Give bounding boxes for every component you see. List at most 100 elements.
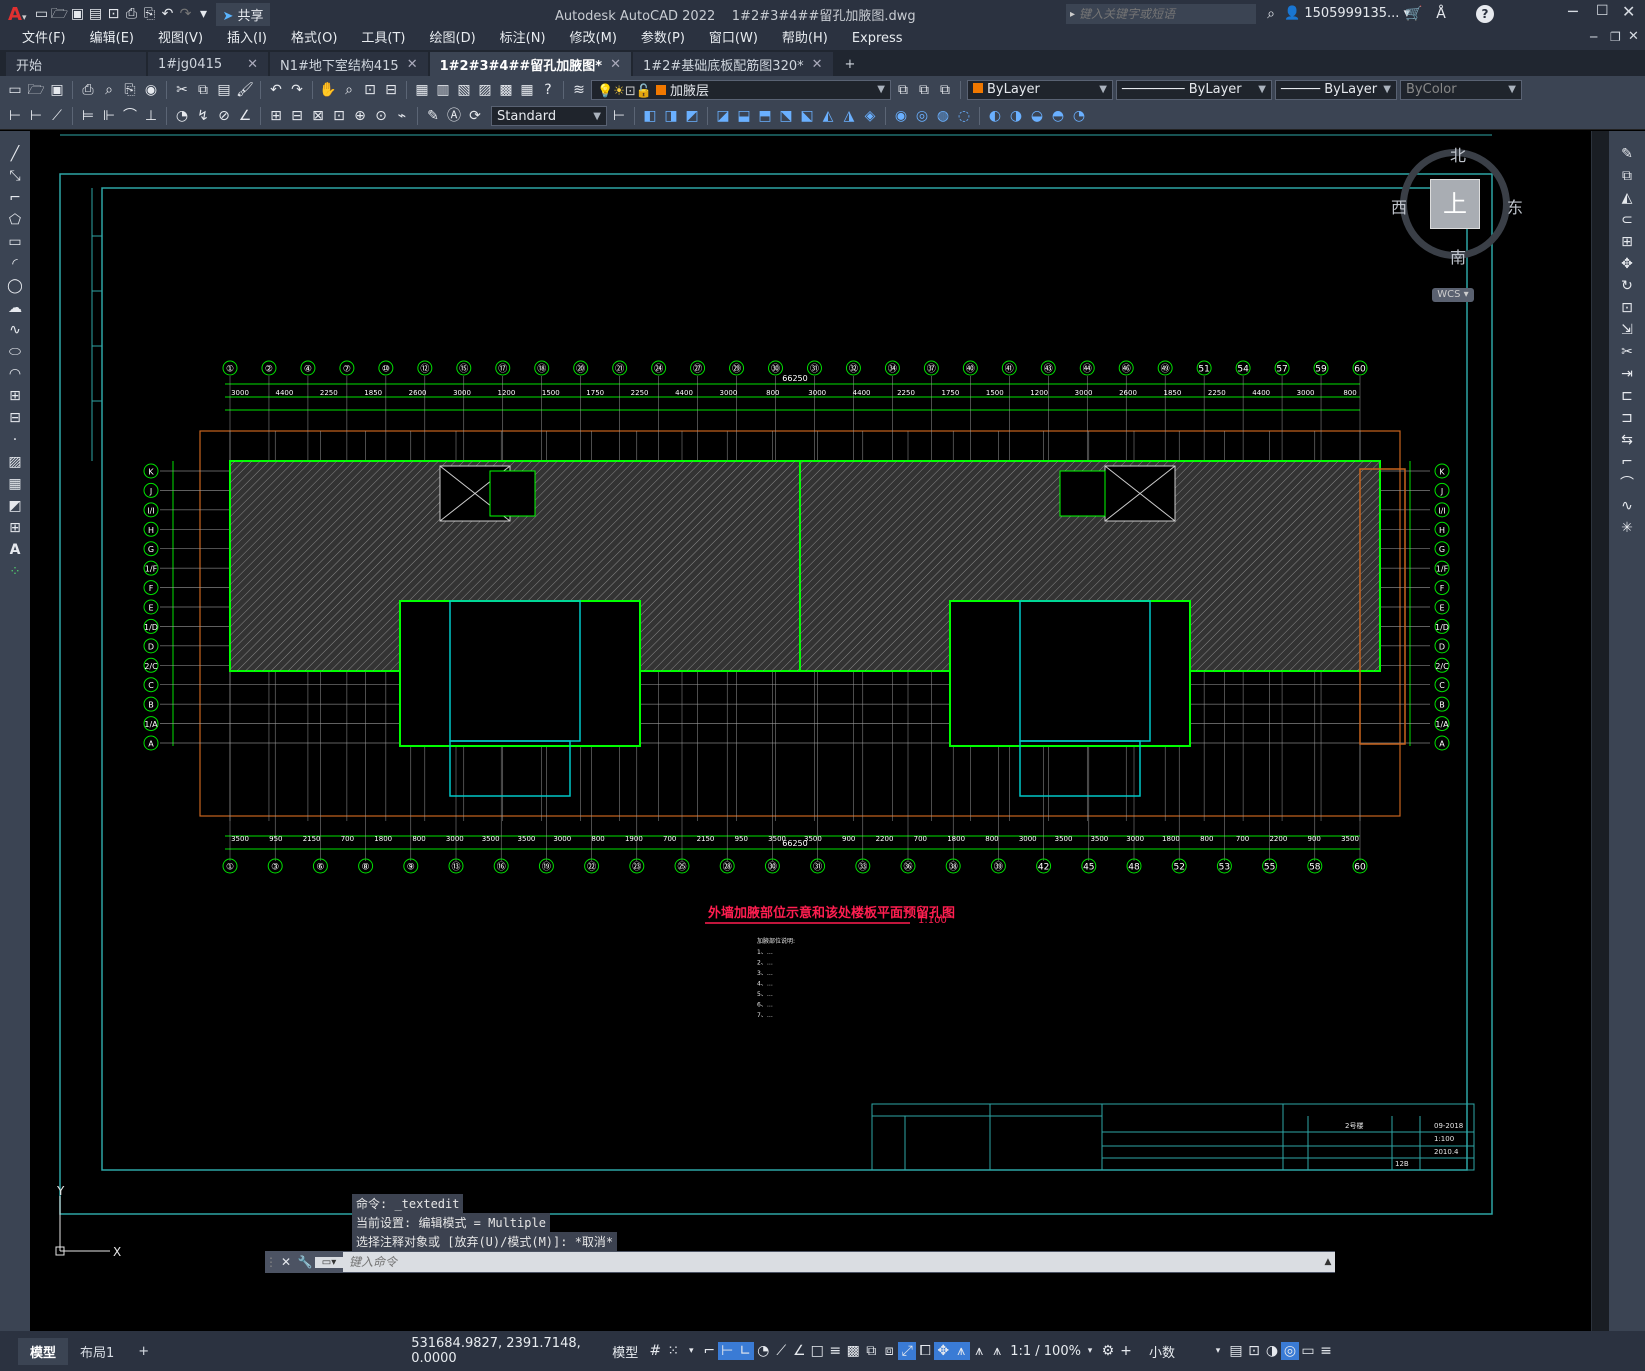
spline-icon[interactable]: ∿: [5, 321, 25, 339]
extrude-faces-icon[interactable]: ◪: [714, 107, 732, 125]
region-icon[interactable]: ◩: [5, 497, 25, 515]
dim-break-icon[interactable]: ⊟: [288, 107, 306, 125]
blend-curves-icon[interactable]: ∿: [1617, 497, 1637, 515]
help-button[interactable]: ?: [1476, 5, 1494, 23]
taper-faces-icon[interactable]: ◭: [819, 107, 837, 125]
markup-icon[interactable]: ▩: [497, 81, 515, 99]
gradient-icon[interactable]: ▦: [5, 475, 25, 493]
menu-edit[interactable]: 编辑(E): [78, 28, 146, 50]
copy-icon[interactable]: ⧉: [194, 81, 212, 99]
ellipse-icon[interactable]: ⬭: [5, 343, 25, 361]
plot-icon[interactable]: ⎘: [140, 5, 158, 23]
osnap-icon[interactable]: □: [808, 1342, 826, 1360]
paste-icon[interactable]: ▤: [215, 81, 233, 99]
lineweight-icon[interactable]: ≡: [826, 1342, 844, 1360]
polar-icon[interactable]: ◔: [754, 1342, 772, 1360]
dimstyle-icon[interactable]: ⊢: [6, 107, 24, 125]
point-icon[interactable]: ·: [5, 431, 25, 449]
center-mark-icon[interactable]: ⊕: [351, 107, 369, 125]
pan-icon[interactable]: ✋: [319, 81, 337, 99]
publish-icon[interactable]: ⎘: [121, 81, 139, 99]
layer-on-icon[interactable]: 💡: [597, 84, 613, 99]
web-save-icon[interactable]: ⊡: [104, 5, 122, 23]
3d-dwf-icon[interactable]: ◉: [142, 81, 160, 99]
shell-icon[interactable]: ◌: [955, 107, 973, 125]
section-icon[interactable]: ◒: [1028, 107, 1046, 125]
color-dropdown[interactable]: ByLayer ▼: [967, 79, 1113, 100]
subtract-icon[interactable]: ◨: [662, 107, 680, 125]
minimize-button[interactable]: ─: [1568, 2, 1578, 21]
dim-angular-icon[interactable]: ∠: [236, 107, 254, 125]
doc-minimize-button[interactable]: ─: [1590, 30, 1597, 44]
undo-icon[interactable]: ↶: [158, 5, 176, 23]
layer-previous-icon[interactable]: ⧉: [915, 81, 933, 99]
menu-draw[interactable]: 绘图(D): [418, 28, 488, 50]
new-file-icon[interactable]: ▭: [32, 5, 50, 23]
menu-view[interactable]: 视图(V): [146, 28, 215, 50]
menu-help[interactable]: 帮助(H): [770, 28, 840, 50]
table-icon[interactable]: ⊞: [5, 519, 25, 537]
save-as-icon[interactable]: ▤: [86, 5, 104, 23]
plot-preview-icon[interactable]: ⌕: [100, 81, 118, 99]
dim-text-edit-icon[interactable]: Ⓐ: [445, 107, 463, 125]
open-icon[interactable]: 🗁: [27, 81, 45, 99]
cut-icon[interactable]: ✂: [173, 81, 191, 99]
union-icon[interactable]: ◧: [641, 107, 659, 125]
separate-icon[interactable]: ◍: [934, 107, 952, 125]
polyline-icon[interactable]: ⌐: [5, 189, 25, 207]
trim-icon[interactable]: ✂: [1617, 343, 1637, 361]
user-account[interactable]: 👤 1505999135... ▾: [1284, 6, 1410, 21]
tab-basement[interactable]: N1#地下室结构415 ✕: [270, 52, 428, 76]
close-tab-icon[interactable]: ✕: [407, 57, 418, 72]
break-at-point-icon[interactable]: ⊏: [1617, 387, 1637, 405]
explode-icon[interactable]: ✳: [1617, 519, 1637, 537]
menu-modify[interactable]: 修改(M): [558, 28, 629, 50]
menu-dimension[interactable]: 标注(N): [488, 28, 558, 50]
close-tab-icon[interactable]: ✕: [812, 57, 823, 72]
close-tab-icon[interactable]: ✕: [610, 57, 621, 72]
plotstyle-dropdown[interactable]: ByColor ▼: [1400, 79, 1522, 100]
snap-dropdown-icon[interactable]: ▾: [682, 1342, 700, 1360]
infer-icon[interactable]: ⌐: [700, 1342, 718, 1360]
line-icon[interactable]: ╱: [5, 145, 25, 163]
dim-baseline-icon[interactable]: ⊩: [100, 107, 118, 125]
menu-parameters[interactable]: 参数(P): [629, 28, 697, 50]
lineweight-dropdown[interactable]: ───── ByLayer ▼: [1275, 79, 1397, 100]
circle-icon[interactable]: ◯: [5, 277, 25, 295]
model-space-button[interactable]: 模型: [612, 1342, 638, 1361]
polygon-icon[interactable]: ⬠: [5, 211, 25, 229]
text-style-dropdown[interactable]: Standard ▼: [491, 106, 607, 126]
design-center-icon[interactable]: ▥: [434, 81, 452, 99]
search-icon[interactable]: ⌕: [1262, 5, 1280, 23]
layer-lock-icon[interactable]: 🔓: [636, 84, 652, 99]
3d-osnap-icon[interactable]: ⧈: [880, 1342, 898, 1360]
layer-freeze-icon[interactable]: ☀: [613, 84, 625, 99]
lock-ui-icon[interactable]: ⊡: [1245, 1342, 1263, 1360]
array-icon[interactable]: ⊞: [1617, 233, 1637, 251]
otrack-icon[interactable]: ∠: [790, 1342, 808, 1360]
properties-icon[interactable]: ▦: [413, 81, 431, 99]
selection-filter-icon[interactable]: ⧠: [916, 1342, 934, 1360]
menu-window[interactable]: 窗口(W): [697, 28, 770, 50]
share-button[interactable]: ➤ 共享: [216, 2, 270, 26]
menu-express[interactable]: Express: [840, 28, 915, 50]
coordinates[interactable]: 531684.9827, 2391.7148, 0.0000: [411, 1336, 596, 1366]
command-input[interactable]: [343, 1252, 1321, 1272]
ellipse-arc-icon[interactable]: ◠: [5, 365, 25, 383]
scale-dropdown-icon[interactable]: ▾: [1081, 1342, 1099, 1360]
dim-diameter-icon[interactable]: ⊘: [215, 107, 233, 125]
construction-line-icon[interactable]: ⤡: [5, 167, 25, 185]
viewcube-south[interactable]: 南: [1450, 244, 1466, 268]
close-tab-icon[interactable]: ✕: [247, 57, 258, 72]
move-icon[interactable]: ✥: [1617, 255, 1637, 273]
qnew-icon[interactable]: ▭: [6, 81, 24, 99]
layer-dropdown[interactable]: 💡☀⊡🔓 加腋层 ▼: [591, 79, 891, 100]
tab-start[interactable]: 开始: [6, 52, 146, 76]
layer-states-icon[interactable]: ⧉: [936, 81, 954, 99]
units-dropdown[interactable]: 小数: [1149, 1342, 1209, 1361]
viewcube[interactable]: 北 南 东 西 上: [1391, 146, 1523, 267]
revcloud-icon[interactable]: ☁: [5, 299, 25, 317]
customize-status-icon[interactable]: ≡: [1317, 1342, 1335, 1360]
tool-palettes-icon[interactable]: ▧: [455, 81, 473, 99]
a360-icon[interactable]: Å: [1432, 5, 1450, 23]
